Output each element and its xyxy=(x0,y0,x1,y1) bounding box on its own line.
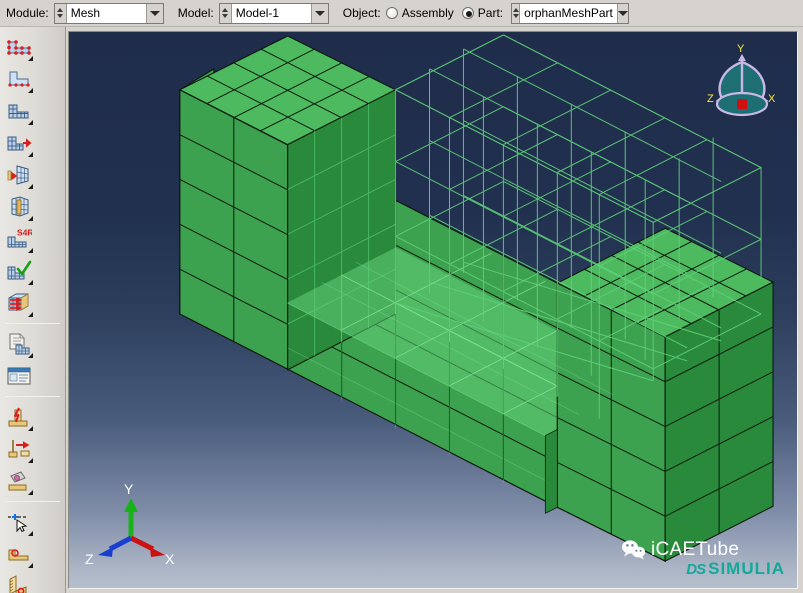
part-chevron-down-icon[interactable] xyxy=(616,3,629,23)
context-bar: Module: Mesh Model: Model-1 Object: Asse… xyxy=(0,0,803,27)
toolbox-divider-3 xyxy=(5,501,60,502)
flyout-corner[interactable] xyxy=(28,56,33,61)
viewcube-y-label: Y xyxy=(737,43,745,55)
model-label: Model: xyxy=(177,6,214,20)
flyout-corner[interactable] xyxy=(28,563,33,568)
flyout-corner[interactable] xyxy=(28,152,33,157)
flyout-corner[interactable] xyxy=(28,312,33,317)
create-datum-point-icon[interactable] xyxy=(4,539,34,569)
sweep-mesh-icon[interactable] xyxy=(4,288,34,318)
part-combo[interactable]: orphanMeshPart xyxy=(511,2,630,24)
assembly-radio-wrap[interactable]: Assembly xyxy=(385,6,454,20)
model-chevron-down-icon[interactable] xyxy=(310,3,328,23)
orientation-triad: Y X Z xyxy=(83,480,179,567)
viewport-frame: Y X Z Y X Z iCAETube DS SIMULIA xyxy=(66,27,803,593)
create-mesh-part-icon[interactable] xyxy=(4,329,34,359)
viewcube-x-label: X xyxy=(768,93,776,105)
toolbox-group-seed-and-mesh: S4R xyxy=(0,31,65,319)
triad-x-label: X xyxy=(165,551,175,566)
assembly-radio[interactable] xyxy=(385,7,398,19)
mesh-region-icon[interactable] xyxy=(4,128,34,158)
part-radio-wrap[interactable]: Part: xyxy=(461,6,504,20)
query-information-icon[interactable] xyxy=(4,507,34,537)
flyout-corner[interactable] xyxy=(28,120,33,125)
seed-part-instance-icon[interactable] xyxy=(4,32,34,62)
flyout-corner[interactable] xyxy=(28,426,33,431)
toolbox-group-query-and-partition xyxy=(0,506,65,593)
module-spinner[interactable] xyxy=(54,3,67,23)
assign-stack-direction-icon[interactable] xyxy=(4,192,34,222)
part-label: Part: xyxy=(477,6,504,20)
viewcube-z-label: Z xyxy=(707,93,714,105)
mesh-part-instance-icon[interactable] xyxy=(4,96,34,126)
assembly-label: Assembly xyxy=(401,6,454,20)
mesh-notch-right-wall xyxy=(544,428,558,514)
flyout-corner[interactable] xyxy=(28,216,33,221)
view-orientation-cube[interactable]: Y X Z xyxy=(701,40,783,126)
module-value: Mesh xyxy=(66,3,146,23)
flyout-corner[interactable] xyxy=(28,184,33,189)
module-toolbox: S4R xyxy=(0,27,66,593)
part-value: orphanMeshPart xyxy=(520,3,617,23)
verify-mesh-icon[interactable] xyxy=(4,256,34,286)
abaqus-cae-window: Module: Mesh Model: Model-1 Object: Asse… xyxy=(0,0,803,593)
object-label: Object: xyxy=(342,6,381,20)
toolbox-divider-2 xyxy=(5,396,60,397)
module-label: Module: xyxy=(6,6,49,20)
assign-mesh-controls-icon[interactable] xyxy=(4,160,34,190)
abaqus-3d-viewport[interactable]: Y X Z Y X Z iCAETube DS SIMULIA xyxy=(68,31,798,589)
flyout-corner[interactable] xyxy=(28,458,33,463)
edit-mesh-icon[interactable] xyxy=(4,402,34,432)
part-radio[interactable] xyxy=(461,7,474,19)
svg-text:S4R: S4R xyxy=(17,228,32,238)
flyout-corner[interactable] xyxy=(28,280,33,285)
assign-element-type-icon[interactable]: S4R xyxy=(4,224,34,254)
module-combo[interactable]: Mesh xyxy=(53,2,164,24)
flyout-corner[interactable] xyxy=(28,88,33,93)
flyout-corner[interactable] xyxy=(28,353,33,358)
toolbox-group-report-and-display xyxy=(0,328,65,392)
toolbox-divider-1 xyxy=(5,323,60,324)
model-spinner[interactable] xyxy=(219,3,232,23)
module-chevron-down-icon[interactable] xyxy=(145,3,163,23)
flyout-corner[interactable] xyxy=(28,490,33,495)
mesh-solid-body xyxy=(178,35,775,563)
flyout-corner[interactable] xyxy=(28,248,33,253)
delete-mesh-icon[interactable] xyxy=(4,466,34,496)
triad-y-label: Y xyxy=(124,481,134,497)
model-value: Model-1 xyxy=(231,3,311,23)
seed-edges-icon[interactable] xyxy=(4,64,34,94)
triad-z-label: Z xyxy=(85,551,94,566)
measure-distance-icon[interactable] xyxy=(4,571,34,593)
model-combo[interactable]: Model-1 xyxy=(218,2,329,24)
toolbox-group-edit-mesh xyxy=(0,401,65,497)
mesh-stats-panel-icon[interactable] xyxy=(4,361,34,391)
offset-mesh-icon[interactable] xyxy=(4,434,34,464)
part-spinner[interactable] xyxy=(512,3,521,23)
flyout-corner[interactable] xyxy=(28,531,33,536)
